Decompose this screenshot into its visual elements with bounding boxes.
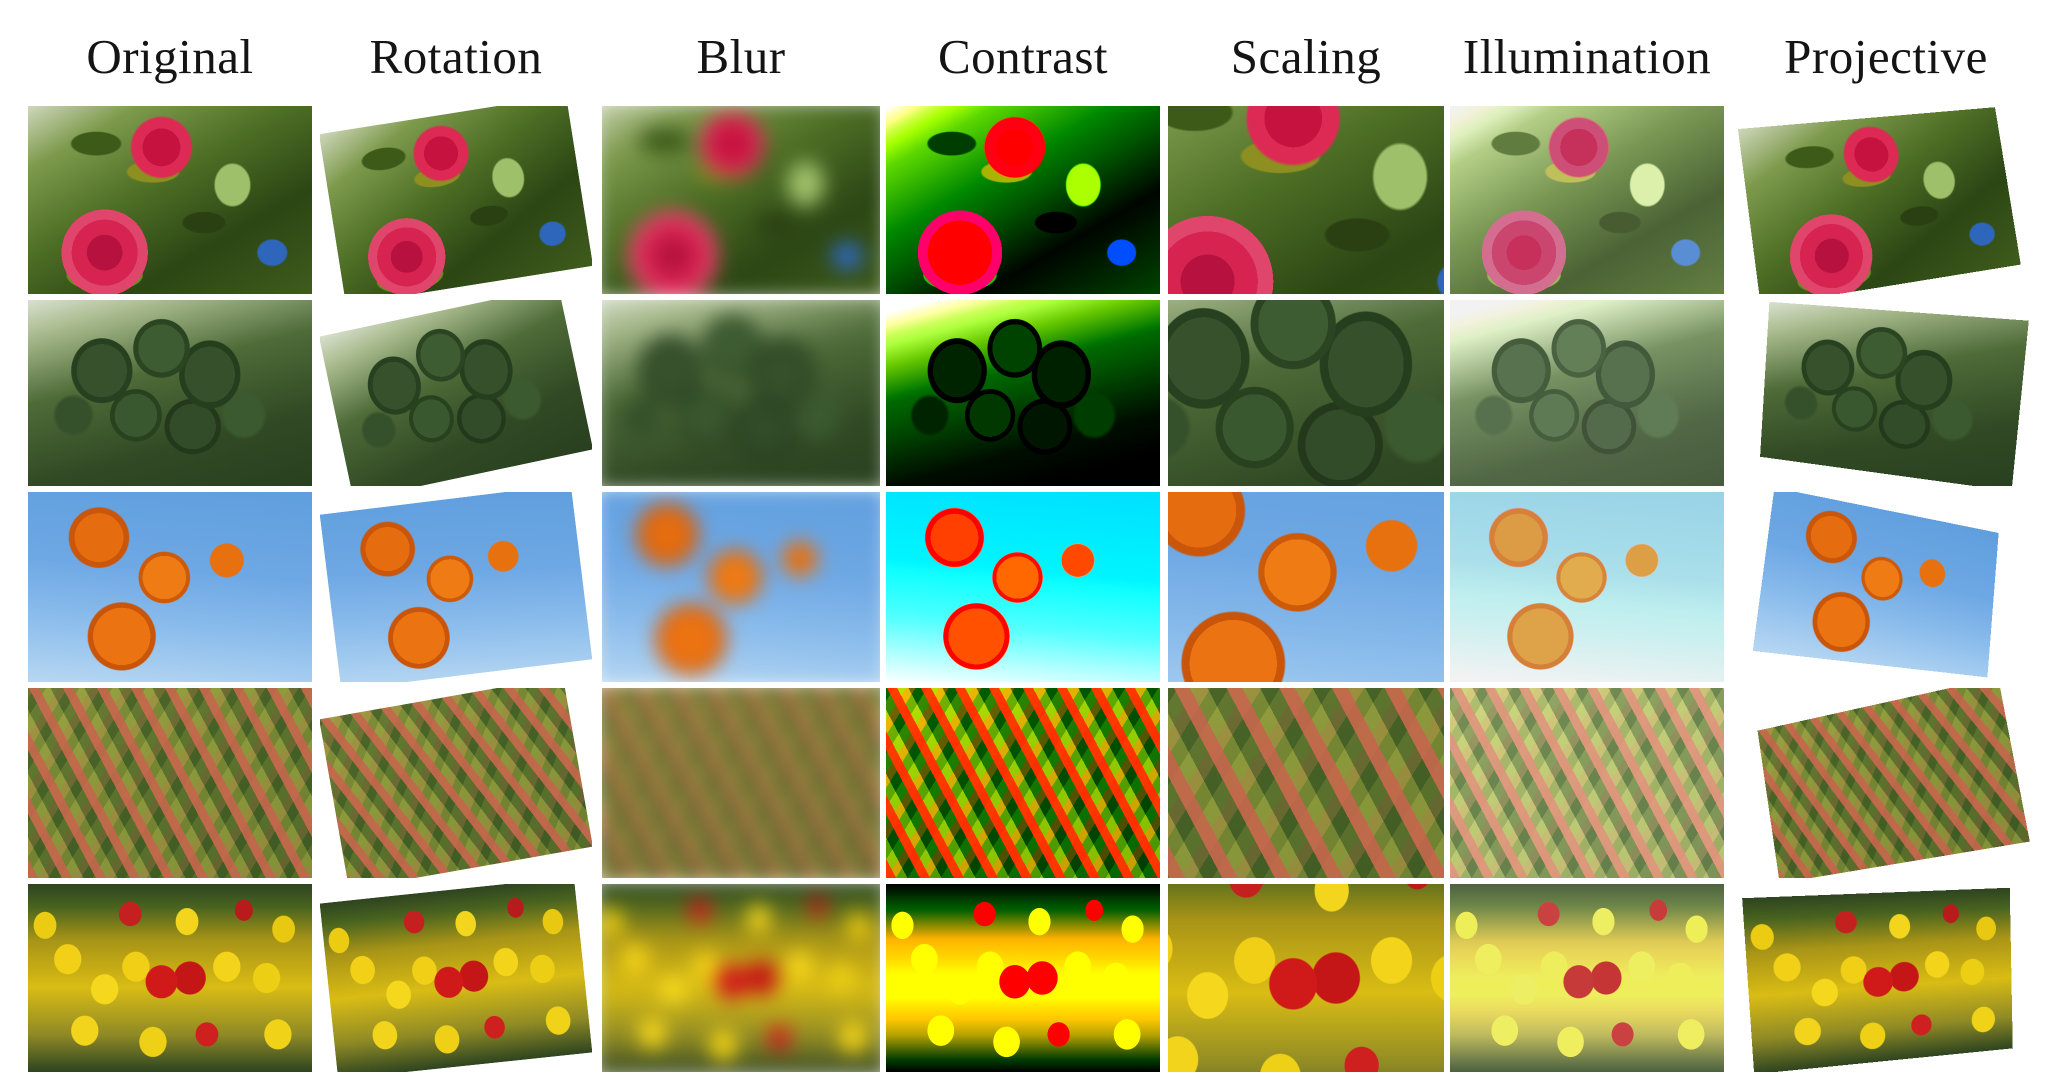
- cell-apples-projective: [1736, 106, 2036, 294]
- photo-pine: [886, 688, 1160, 878]
- photo-persim: [1450, 492, 1724, 682]
- photo-pine: [1758, 688, 2030, 878]
- cell-pineapple-blur: [602, 688, 880, 878]
- cell-persimmons-rotation: [320, 492, 592, 682]
- cell-apples-rotation: [320, 106, 592, 294]
- cell-persimmons-contrast: [886, 492, 1160, 682]
- photo-apple: [320, 106, 592, 294]
- cell-tulips-projective: [1736, 884, 2036, 1072]
- cell-pineapple-projective: [1736, 688, 2036, 878]
- column-header-rotation: Rotation: [320, 26, 592, 88]
- photo-pine: [28, 688, 312, 878]
- photo-apple: [1450, 106, 1724, 294]
- cell-pineapple-contrast: [886, 688, 1160, 878]
- cell-tulips-scaling: [1168, 884, 1444, 1072]
- photo-persim: [1753, 492, 1999, 677]
- photo-green: [602, 300, 880, 486]
- photo-green: [1168, 300, 1444, 486]
- augmentation-figure: Original Rotation Blur Contrast Scaling Illum…: [0, 0, 2048, 1087]
- cell-tulips-original: [28, 884, 312, 1072]
- photo-tulip: [1168, 884, 1444, 1072]
- cell-persimmons-blur: [602, 492, 880, 682]
- column-header-illumination: Illumination: [1450, 26, 1724, 88]
- photo-apple: [886, 106, 1160, 294]
- photo-green: [320, 300, 592, 486]
- photo-tulip: [320, 884, 592, 1072]
- cell-pineapple-illumination: [1450, 688, 1724, 878]
- cell-persimmons-original: [28, 492, 312, 682]
- cell-apples-illumination: [1450, 106, 1724, 294]
- cell-green-fruit-rotation: [320, 300, 592, 486]
- photo-tulip: [602, 884, 880, 1072]
- cell-green-fruit-projective: [1736, 300, 2036, 486]
- column-header-blur: Blur: [602, 26, 880, 88]
- column-header-scaling: Scaling: [1168, 26, 1444, 88]
- column-header-projective: Projective: [1736, 26, 2036, 88]
- photo-persim: [1168, 492, 1444, 682]
- cell-persimmons-projective: [1736, 492, 2036, 682]
- cell-apples-blur: [602, 106, 880, 294]
- photo-pine: [1450, 688, 1724, 878]
- cell-tulips-rotation: [320, 884, 592, 1072]
- projective-stage: [1736, 688, 2036, 878]
- photo-green: [886, 300, 1160, 486]
- cell-green-fruit-scaling: [1168, 300, 1444, 486]
- cell-persimmons-illumination: [1450, 492, 1724, 682]
- photo-apple: [1168, 106, 1444, 294]
- photo-persim: [28, 492, 312, 682]
- cell-persimmons-scaling: [1168, 492, 1444, 682]
- cell-green-fruit-illumination: [1450, 300, 1724, 486]
- column-header-contrast: Contrast: [886, 26, 1160, 88]
- photo-pine: [320, 688, 592, 878]
- photo-tulip: [1450, 884, 1724, 1072]
- photo-apple: [28, 106, 312, 294]
- projective-stage: [1736, 884, 2036, 1072]
- cell-apples-original: [28, 106, 312, 294]
- cell-green-fruit-blur: [602, 300, 880, 486]
- column-header-original: Original: [28, 26, 312, 88]
- photo-persim: [886, 492, 1160, 682]
- photo-pine: [1168, 688, 1444, 878]
- photo-green: [1760, 302, 2029, 486]
- photo-tulip: [886, 884, 1160, 1072]
- cell-tulips-illumination: [1450, 884, 1724, 1072]
- photo-tulip: [1742, 888, 2013, 1072]
- cell-green-fruit-original: [28, 300, 312, 486]
- cell-green-fruit-contrast: [886, 300, 1160, 486]
- projective-stage: [1736, 492, 2036, 682]
- cell-pineapple-original: [28, 688, 312, 878]
- photo-green: [1450, 300, 1724, 486]
- cell-pineapple-rotation: [320, 688, 592, 878]
- photo-persim: [320, 492, 592, 682]
- cell-tulips-blur: [602, 884, 880, 1072]
- photo-tulip: [28, 884, 312, 1072]
- photo-apple: [1738, 107, 2021, 294]
- projective-stage: [1736, 106, 2036, 294]
- cell-apples-scaling: [1168, 106, 1444, 294]
- projective-stage: [1736, 300, 2036, 486]
- photo-green: [28, 300, 312, 486]
- cell-apples-contrast: [886, 106, 1160, 294]
- photo-pine: [602, 688, 880, 878]
- cell-pineapple-scaling: [1168, 688, 1444, 878]
- photo-persim: [602, 492, 880, 682]
- cell-tulips-contrast: [886, 884, 1160, 1072]
- photo-apple: [602, 106, 880, 294]
